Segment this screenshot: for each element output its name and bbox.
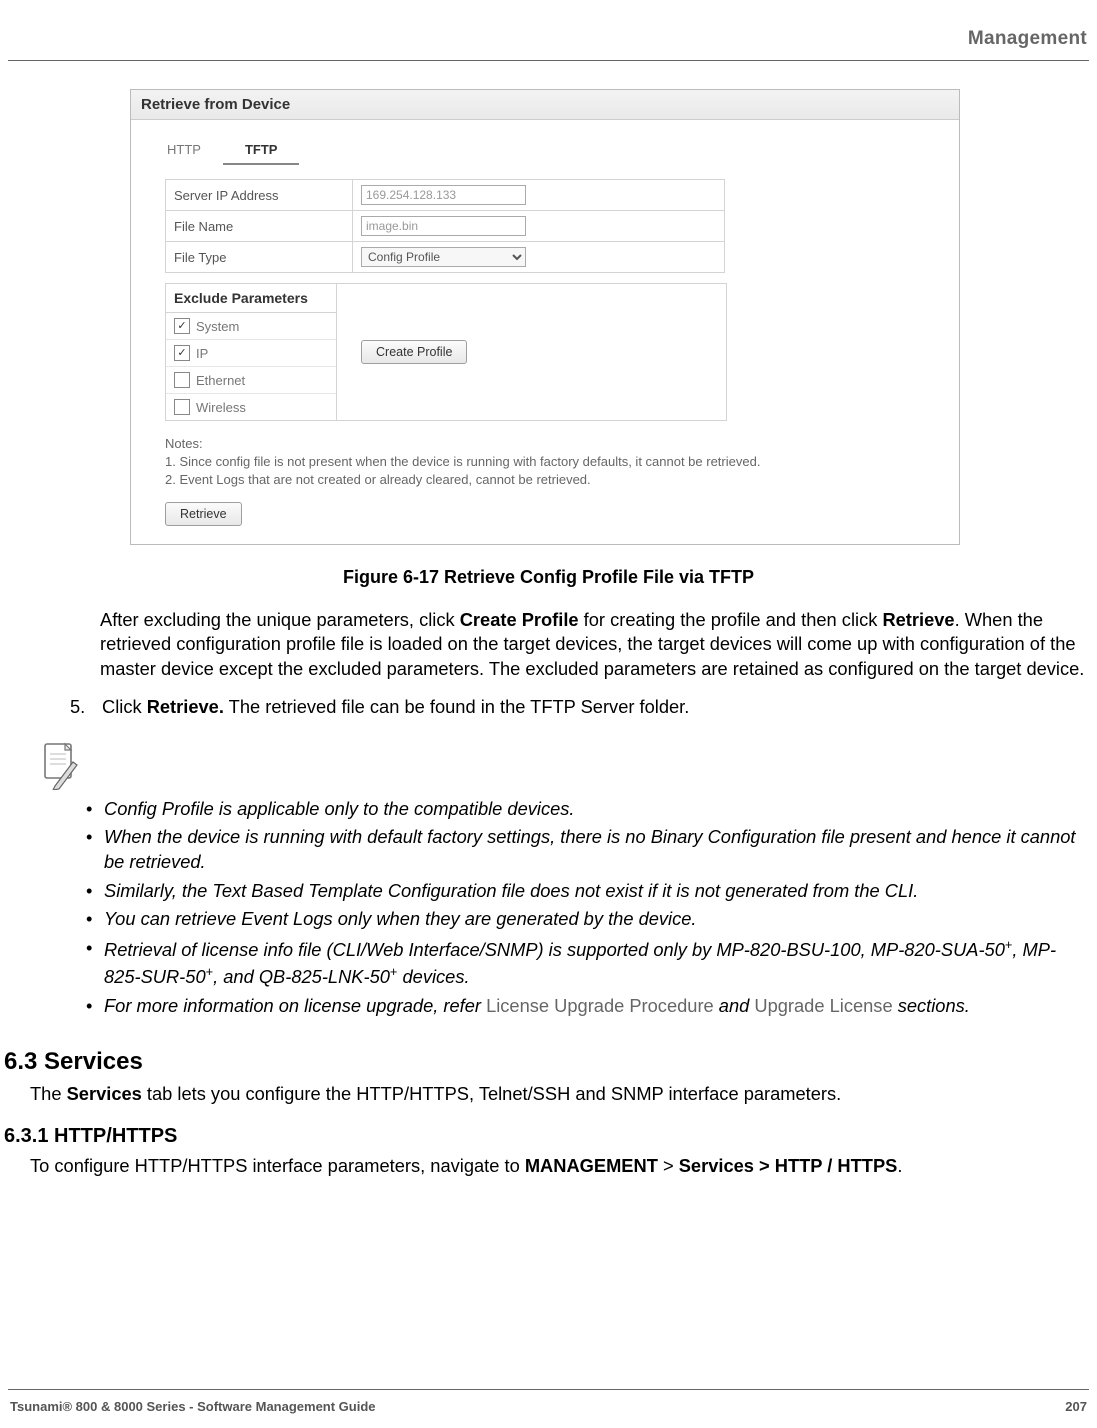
screenshot-notes: Notes: 1. Since config file is not prese…	[165, 435, 945, 490]
tab-tftp[interactable]: TFTP	[223, 136, 300, 165]
tftp-form-table: Server IP Address File Name File Type Co…	[165, 179, 725, 273]
tab-bar: HTTP TFTP	[145, 136, 945, 165]
paragraph-http-https: To configure HTTP/HTTPS interface parame…	[30, 1154, 1087, 1179]
create-profile-button[interactable]: Create Profile	[361, 340, 467, 364]
exclude-label: Ethernet	[196, 373, 245, 388]
tab-http[interactable]: HTTP	[145, 136, 223, 165]
note-icon	[40, 742, 82, 790]
heading-http-https: 6.3.1 HTTP/HTTPS	[4, 1125, 1097, 1148]
exclude-label: System	[196, 319, 239, 334]
file-name-input[interactable]	[361, 216, 526, 236]
exclude-title: Exclude Parameters	[166, 284, 336, 313]
step-5: 5.Click Retrieve. The retrieved file can…	[70, 696, 1087, 718]
page-footer: Tsunami® 800 & 8000 Series - Software Ma…	[0, 1399, 1097, 1414]
checkbox-icon[interactable]	[174, 372, 190, 388]
panel-title: Retrieve from Device	[131, 90, 959, 120]
checkbox-icon[interactable]	[174, 399, 190, 415]
exclude-row-ip[interactable]: ✓ IP	[166, 340, 336, 367]
link-upgrade-license[interactable]: Upgrade License	[754, 995, 892, 1016]
page-header-section: Management	[0, 28, 1097, 50]
heading-services: 6.3 Services	[4, 1048, 1097, 1076]
screenshot-panel: Retrieve from Device HTTP TFTP Server IP…	[130, 89, 960, 545]
footer-title: Tsunami® 800 & 8000 Series - Software Ma…	[10, 1399, 376, 1414]
paragraph-services: The Services tab lets you configure the …	[30, 1082, 1087, 1107]
checkbox-icon[interactable]: ✓	[174, 318, 190, 334]
link-license-upgrade-procedure[interactable]: License Upgrade Procedure	[486, 995, 714, 1016]
exclude-row-wireless[interactable]: Wireless	[166, 394, 336, 420]
header-rule	[8, 60, 1089, 61]
server-ip-input[interactable]	[361, 185, 526, 205]
exclude-row-ethernet[interactable]: Ethernet	[166, 367, 336, 394]
server-ip-label: Server IP Address	[166, 180, 353, 211]
notes-label: Notes:	[165, 435, 945, 453]
exclude-parameters-box: Exclude Parameters ✓ System ✓ IP Etherne…	[165, 283, 727, 421]
note-1: 1. Since config file is not present when…	[165, 453, 945, 471]
figure-caption: Figure 6-17 Retrieve Config Profile File…	[0, 567, 1097, 588]
retrieve-button[interactable]: Retrieve	[165, 502, 242, 526]
file-type-select[interactable]: Config Profile	[361, 247, 526, 267]
notes-list: •Config Profile is applicable only to th…	[86, 797, 1087, 1019]
exclude-label: Wireless	[196, 400, 246, 415]
checkbox-icon[interactable]: ✓	[174, 345, 190, 361]
file-type-label: File Type	[166, 242, 353, 273]
file-name-label: File Name	[166, 211, 353, 242]
footer-rule	[8, 1389, 1089, 1390]
page-number: 207	[1065, 1399, 1087, 1414]
exclude-row-system[interactable]: ✓ System	[166, 313, 336, 340]
note-2: 2. Event Logs that are not created or al…	[165, 471, 945, 489]
paragraph-after-figure: After excluding the unique parameters, c…	[100, 608, 1087, 682]
exclude-label: IP	[196, 346, 208, 361]
